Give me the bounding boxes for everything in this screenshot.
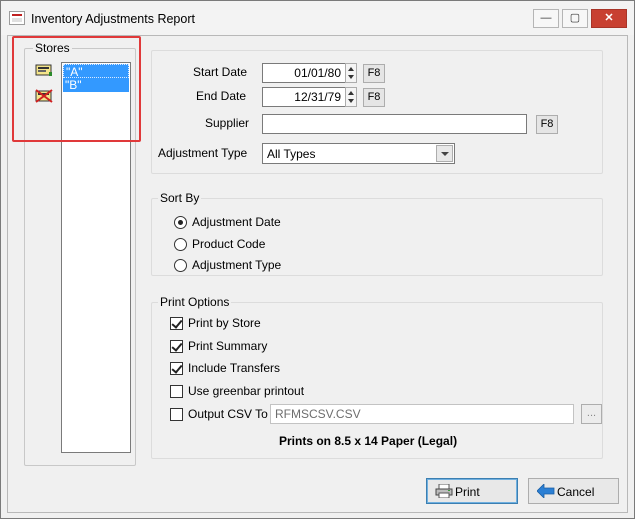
window-title: Inventory Adjustments Report	[31, 12, 195, 26]
minimize-button[interactable]: —	[533, 9, 559, 28]
csv-path-field[interactable]: RFMSCSV.CSV	[270, 404, 574, 424]
sort-by-legend: Sort By	[158, 191, 202, 205]
sort-adjustment-date-radio[interactable]	[174, 216, 187, 229]
print-by-store-label[interactable]: Print by Store	[188, 316, 261, 330]
sort-product-code-radio[interactable]	[174, 238, 187, 251]
sort-adjustment-date-label[interactable]: Adjustment Date	[192, 215, 281, 229]
close-button[interactable]: ✕	[591, 9, 627, 28]
adjustment-type-select[interactable]: All Types	[262, 143, 455, 164]
print-summary-label[interactable]: Print Summary	[188, 339, 267, 353]
adjustment-type-label: Adjustment Type	[158, 146, 248, 160]
end-date-field[interactable]: 12/31/79	[262, 87, 346, 107]
stores-highlight-annotation	[12, 36, 141, 142]
supplier-lookup-button[interactable]: F8	[536, 115, 558, 134]
supplier-field[interactable]	[262, 114, 527, 134]
sort-product-code-label[interactable]: Product Code	[192, 237, 265, 251]
cancel-button-label: Cancel	[557, 485, 595, 499]
print-button[interactable]: Print	[426, 478, 518, 504]
title-bar[interactable]: Inventory Adjustments Report — ▢ ✕	[1, 1, 634, 35]
output-csv-checkbox[interactable]	[170, 408, 183, 421]
print-by-store-checkbox[interactable]	[170, 317, 183, 330]
paper-size-note: Prints on 8.5 x 14 Paper (Legal)	[279, 434, 458, 448]
start-date-label: Start Date	[193, 65, 248, 79]
dialog-client-area: Stores "A" "B" Start Date 01/01/80 F8 En…	[7, 35, 628, 513]
include-transfers-label[interactable]: Include Transfers	[188, 361, 280, 375]
sort-adjustment-type-label[interactable]: Adjustment Type	[192, 258, 281, 272]
start-date-spinner[interactable]	[345, 63, 357, 83]
end-date-label: End Date	[196, 89, 247, 103]
printer-icon	[435, 484, 453, 498]
chevron-down-icon[interactable]	[436, 145, 453, 162]
maximize-button[interactable]: ▢	[562, 9, 588, 28]
browse-csv-button[interactable]: ...	[581, 404, 602, 424]
greenbar-checkbox[interactable]	[170, 385, 183, 398]
print-button-label: Print	[455, 485, 480, 499]
app-icon	[9, 11, 25, 25]
sort-by-group: Sort By Adjustment Date Product Code Adj…	[151, 191, 603, 276]
report-parameters-group: Start Date 01/01/80 F8 End Date 12/31/79…	[151, 50, 603, 174]
greenbar-label[interactable]: Use greenbar printout	[188, 384, 304, 398]
cancel-button[interactable]: Cancel	[528, 478, 619, 504]
start-date-field[interactable]: 01/01/80	[262, 63, 346, 83]
arrow-left-icon	[537, 484, 555, 498]
print-summary-checkbox[interactable]	[170, 340, 183, 353]
end-date-lookup-button[interactable]: F8	[363, 88, 385, 107]
supplier-label: Supplier	[205, 116, 250, 130]
end-date-spinner[interactable]	[345, 87, 357, 107]
report-window: Inventory Adjustments Report — ▢ ✕ Store…	[0, 0, 635, 519]
start-date-lookup-button[interactable]: F8	[363, 64, 385, 83]
adjustment-type-value: All Types	[267, 147, 316, 161]
sort-adjustment-type-radio[interactable]	[174, 259, 187, 272]
include-transfers-checkbox[interactable]	[170, 362, 183, 375]
print-options-legend: Print Options	[158, 295, 232, 309]
output-csv-label[interactable]: Output CSV To	[188, 407, 268, 421]
print-options-group: Print Options Print by Store Print Summa…	[151, 295, 603, 459]
